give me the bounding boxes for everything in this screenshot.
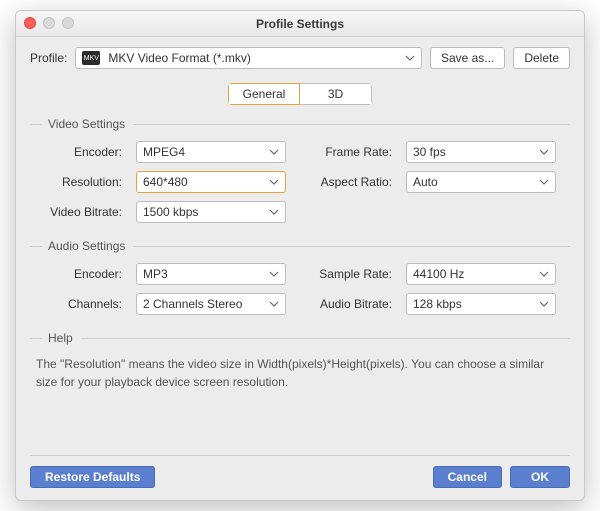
- frame-rate-label: Frame Rate:: [300, 145, 392, 159]
- ok-button[interactable]: OK: [510, 466, 570, 488]
- video-legend: Video Settings: [48, 117, 133, 131]
- chevron-down-icon: [269, 207, 279, 217]
- footer-divider: [30, 455, 570, 456]
- tab-3d[interactable]: 3D: [300, 83, 372, 105]
- close-icon[interactable]: [24, 17, 36, 29]
- audio-legend: Audio Settings: [48, 239, 133, 253]
- help-section: Help The "Resolution" means the video si…: [30, 331, 570, 391]
- cancel-button[interactable]: Cancel: [433, 466, 502, 488]
- chevron-down-icon: [269, 299, 279, 309]
- zoom-icon: [62, 17, 74, 29]
- chevron-down-icon: [539, 177, 549, 187]
- tabs: General 3D: [30, 83, 570, 105]
- save-as-button[interactable]: Save as...: [430, 47, 505, 69]
- video-settings: Video Settings Encoder: MPEG4 Frame Rate…: [30, 117, 570, 223]
- help-legend: Help: [48, 331, 81, 345]
- mkv-icon: MKV: [82, 51, 100, 65]
- resolution-select[interactable]: 640*480: [136, 171, 286, 193]
- resolution-label: Resolution:: [30, 175, 122, 189]
- audio-settings: Audio Settings Encoder: MP3 Sample Rate:…: [30, 239, 570, 315]
- profile-value: MKV Video Format (*.mkv): [108, 51, 250, 65]
- help-text: The "Resolution" means the video size in…: [30, 355, 570, 391]
- footer: Restore Defaults Cancel OK: [30, 466, 570, 488]
- chevron-down-icon: [269, 177, 279, 187]
- window-controls: [24, 17, 74, 29]
- aspect-ratio-label: Aspect Ratio:: [300, 175, 392, 189]
- sample-rate-label: Sample Rate:: [300, 267, 392, 281]
- chevron-down-icon: [539, 269, 549, 279]
- sample-rate-select[interactable]: 44100 Hz: [406, 263, 556, 285]
- restore-defaults-button[interactable]: Restore Defaults: [30, 466, 155, 488]
- profile-select[interactable]: MKV MKV Video Format (*.mkv): [75, 47, 422, 69]
- video-bitrate-select[interactable]: 1500 kbps: [136, 201, 286, 223]
- profile-label: Profile:: [30, 51, 67, 65]
- video-encoder-label: Encoder:: [30, 145, 122, 159]
- chevron-down-icon: [269, 269, 279, 279]
- chevron-down-icon: [539, 299, 549, 309]
- audio-bitrate-select[interactable]: 128 kbps: [406, 293, 556, 315]
- video-bitrate-label: Video Bitrate:: [30, 205, 122, 219]
- audio-encoder-label: Encoder:: [30, 267, 122, 281]
- profile-row: Profile: MKV MKV Video Format (*.mkv) Sa…: [30, 47, 570, 69]
- aspect-ratio-select[interactable]: Auto: [406, 171, 556, 193]
- chevron-down-icon: [539, 147, 549, 157]
- tab-general[interactable]: General: [228, 83, 300, 105]
- profile-settings-window: Profile Settings Profile: MKV MKV Video …: [15, 10, 585, 501]
- channels-select[interactable]: 2 Channels Stereo: [136, 293, 286, 315]
- chevron-down-icon: [269, 147, 279, 157]
- channels-label: Channels:: [30, 297, 122, 311]
- window-title: Profile Settings: [256, 17, 344, 31]
- titlebar: Profile Settings: [16, 11, 584, 37]
- delete-button[interactable]: Delete: [513, 47, 570, 69]
- audio-encoder-select[interactable]: MP3: [136, 263, 286, 285]
- video-encoder-select[interactable]: MPEG4: [136, 141, 286, 163]
- minimize-icon: [43, 17, 55, 29]
- content: Profile: MKV MKV Video Format (*.mkv) Sa…: [16, 37, 584, 500]
- chevron-down-icon: [405, 53, 415, 63]
- frame-rate-select[interactable]: 30 fps: [406, 141, 556, 163]
- audio-bitrate-label: Audio Bitrate:: [300, 297, 392, 311]
